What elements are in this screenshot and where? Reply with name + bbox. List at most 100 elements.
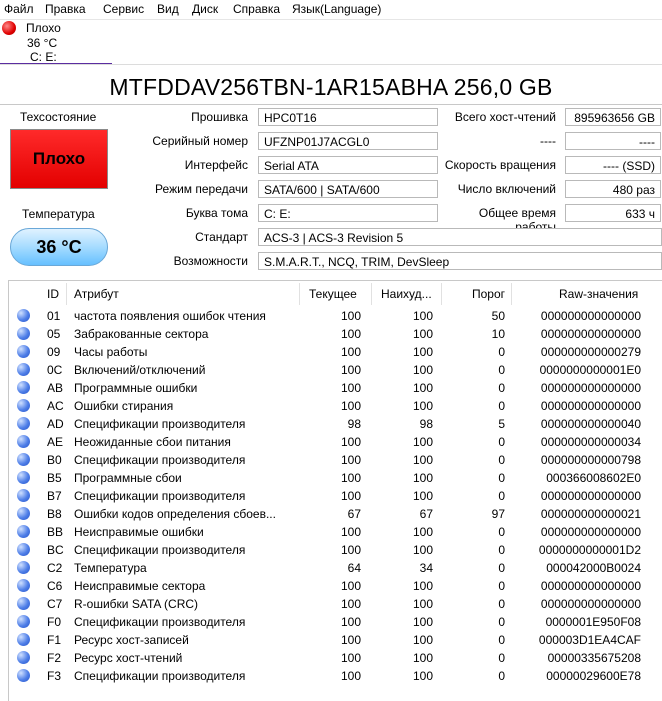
cell-worst: 100 [412,579,433,593]
cell-attribute: Неисправимые ошибки [74,525,204,539]
menu-language[interactable]: Язык(Language) [292,2,381,16]
cell-current: 100 [340,309,361,323]
cell-raw: 000000000000000 [540,597,641,611]
header-separator[interactable] [441,283,442,305]
menu-edit[interactable]: Правка [45,2,86,16]
header-separator[interactable] [66,283,67,305]
temperature-badge[interactable]: 36 °C [10,228,108,266]
cell-worst: 100 [412,615,433,629]
table-row[interactable]: 05 Забракованные сектора 100 100 10 000000000… [9,325,662,343]
cell-worst: 100 [412,363,433,377]
header-raw[interactable]: Raw-значения [559,287,638,301]
firmware-value: HPC0T16 [258,108,438,126]
cell-id: B8 [47,507,62,521]
cell-id: C6 [47,579,63,593]
cell-attribute: Ошибки кодов определения сбоев... [74,507,276,521]
cell-raw: 000000000000000 [540,381,641,395]
cell-threshold: 0 [498,435,505,449]
good-status-dot-icon [17,669,30,682]
table-row[interactable]: 09 Часы работы 100 100 0 000000000000279 [9,343,662,361]
menu-file[interactable]: Файл [4,2,34,16]
cell-raw: 00000335675208 [547,651,641,665]
cell-threshold: 0 [498,345,505,359]
table-row[interactable]: F0 Спецификации производителя 100 100 0 00000… [9,613,662,631]
table-row[interactable]: 0C Включений/отключений 100 100 0 00000000000… [9,361,662,379]
cell-id: F0 [47,615,62,629]
cell-raw: 000000000000000 [540,399,641,413]
table-row[interactable]: F2 Ресурс хост-чтений 100 100 0 0000033567520… [9,649,662,667]
good-status-dot-icon [17,327,30,340]
cell-raw: 000000000000000 [540,579,641,593]
table-row[interactable]: B7 Спецификации производителя 100 100 0 00000… [9,487,662,505]
table-header: ID Атрибут Текущее Наихуд... Порог Raw-з… [9,281,662,307]
cell-id: B0 [47,453,62,467]
cell-attribute: Неисправимые сектора [74,579,206,593]
cell-worst: 100 [412,651,433,665]
header-worst[interactable]: Наихуд... [381,287,432,301]
cell-current: 100 [340,345,361,359]
table-row[interactable]: AD Спецификации производителя 98 98 5 0000000… [9,415,662,433]
menu-service[interactable]: Сервис [103,2,144,16]
cell-current: 100 [340,615,361,629]
menu-bar: Файл Правка Сервис Вид Диск Справка Язык… [0,0,662,20]
cell-current: 100 [340,363,361,377]
cell-current: 100 [340,633,361,647]
cell-current: 100 [340,489,361,503]
cell-current: 100 [340,669,361,683]
smart-attributes-table[interactable]: ID Атрибут Текущее Наихуд... Порог Raw-з… [8,280,662,701]
cell-threshold: 0 [498,669,505,683]
cell-worst: 100 [412,543,433,557]
table-row[interactable]: AC Ошибки стирания 100 100 0 000000000000000 [9,397,662,415]
standard-label: Стандарт [195,230,248,244]
firmware-label: Прошивка [191,110,248,124]
tabstrip-divider [0,64,662,65]
drive-tab-letters: C: E: [30,50,57,64]
cell-current: 100 [340,525,361,539]
cell-threshold: 0 [498,363,505,377]
cell-id: F1 [47,633,62,647]
table-row[interactable]: AE Неожиданные сбои питания 100 100 0 0000000… [9,433,662,451]
table-row[interactable]: BB Неисправимые ошибки 100 100 0 000000000000… [9,523,662,541]
cell-worst: 100 [412,381,433,395]
cell-threshold: 0 [498,561,505,575]
good-status-dot-icon [17,363,30,376]
cell-threshold: 0 [498,579,505,593]
table-row[interactable]: BC Спецификации производителя 100 100 0 00000… [9,541,662,559]
table-row[interactable]: AB Программные ошибки 100 100 0 0000000000000… [9,379,662,397]
table-row[interactable]: C7 R-ошибки SATA (CRC) 100 100 0 000000000000… [9,595,662,613]
table-row[interactable]: F1 Ресурс хост-записей 100 100 0 000003D1EA4C… [9,631,662,649]
menu-help[interactable]: Справка [233,2,280,16]
table-row[interactable]: C2 Температура 64 34 0 000042000B0024 [9,559,662,577]
cell-threshold: 0 [498,615,505,629]
good-status-dot-icon [17,579,30,592]
title-divider [0,104,662,105]
cell-id: 05 [47,327,61,341]
header-separator[interactable] [299,283,300,305]
header-attribute[interactable]: Атрибут [74,287,119,301]
cell-id: B5 [47,471,62,485]
header-separator[interactable] [511,283,512,305]
header-separator[interactable] [371,283,372,305]
cell-worst: 100 [412,435,433,449]
cell-threshold: 0 [498,597,505,611]
good-status-dot-icon [17,489,30,502]
table-row[interactable]: B8 Ошибки кодов определения сбоев... 67 67 9… [9,505,662,523]
header-id[interactable]: ID [47,287,59,301]
header-threshold[interactable]: Порог [472,287,505,301]
power-on-count-label: Число включений [457,182,556,196]
table-row[interactable]: B0 Спецификации производителя 100 100 0 00000… [9,451,662,469]
health-status-button[interactable]: Плохо [10,129,108,189]
header-current[interactable]: Текущее [309,287,357,301]
cell-id: 0C [47,363,63,377]
table-row[interactable]: B5 Программные сбои 100 100 0 000366008602E0 [9,469,662,487]
cell-current: 100 [340,381,361,395]
table-row[interactable]: F3 Спецификации производителя 100 100 0 00000… [9,667,662,685]
table-row[interactable]: C6 Неисправимые сектора 100 100 0 00000000000… [9,577,662,595]
table-row[interactable]: 01 частота появления ошибок чтения 100 100 5… [9,307,662,325]
good-status-dot-icon [17,345,30,358]
health-label: Техсостояние [20,110,97,124]
drive-tab[interactable]: Плохо 36 °C C: E: [0,20,112,65]
menu-disk[interactable]: Диск [192,2,218,16]
cell-worst: 100 [412,327,433,341]
menu-view[interactable]: Вид [157,2,179,16]
